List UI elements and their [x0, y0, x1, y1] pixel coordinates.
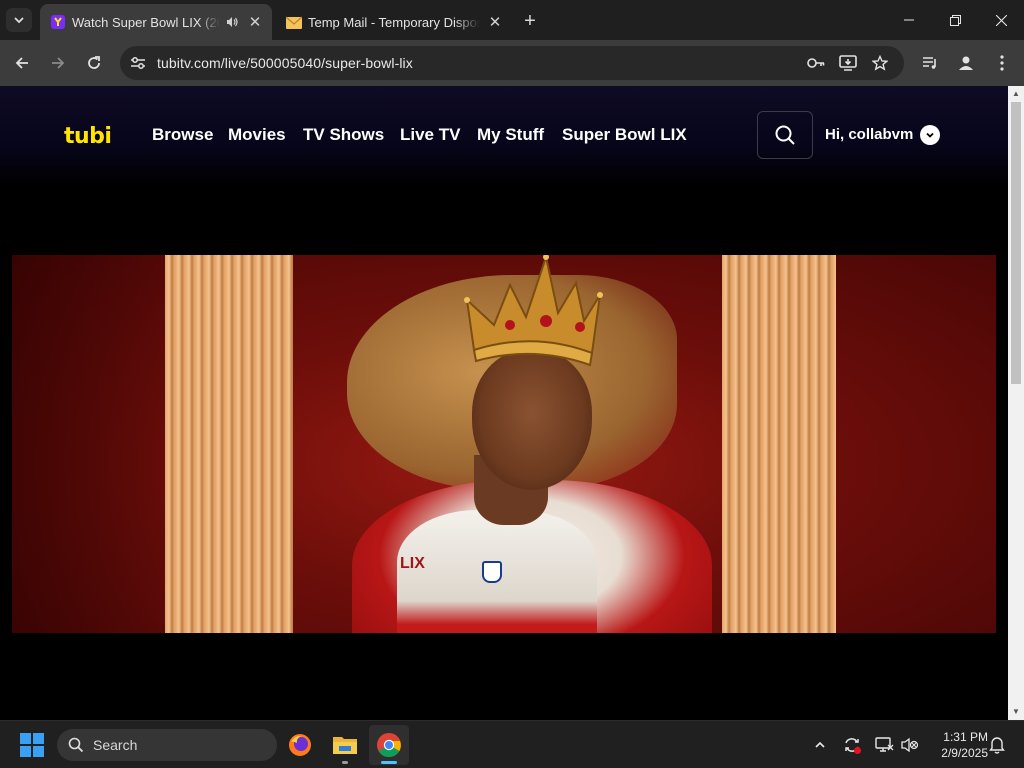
- tab-title: Watch Super Bowl LIX (2025: [72, 14, 220, 30]
- minimize-button[interactable]: [886, 0, 932, 40]
- volume-muted-icon[interactable]: [898, 733, 922, 757]
- password-key-icon[interactable]: [804, 51, 828, 75]
- app-active-indicator: [381, 761, 397, 764]
- tab-temp-mail[interactable]: Temp Mail - Temporary Disposable ✕: [276, 4, 512, 40]
- nav-tv-shows[interactable]: TV Shows: [303, 125, 384, 145]
- site-info-icon[interactable]: [126, 51, 150, 75]
- restore-icon: [949, 14, 961, 26]
- search-icon: [775, 125, 795, 145]
- new-tab-button[interactable]: +: [518, 10, 542, 32]
- clock-time: 1:31 PM: [943, 730, 988, 744]
- search-icon: [68, 737, 84, 753]
- chevron-down-icon: [14, 17, 24, 24]
- network-icon[interactable]: [872, 733, 896, 757]
- arrow-right-icon: [52, 57, 65, 69]
- back-button[interactable]: [6, 47, 38, 79]
- nfl-shield-icon: [482, 561, 502, 583]
- taskbar-search-label: Search: [93, 737, 138, 753]
- nav-super-bowl-lix[interactable]: Super Bowl LIX: [562, 125, 687, 145]
- close-window-button[interactable]: [978, 0, 1024, 40]
- minimize-icon: [904, 19, 914, 21]
- reload-button[interactable]: [78, 47, 110, 79]
- close-icon: [995, 14, 1007, 26]
- nav-my-stuff[interactable]: My Stuff: [477, 125, 544, 145]
- restore-button[interactable]: [932, 0, 978, 40]
- chevron-down-icon: [926, 132, 934, 138]
- tab-search-button[interactable]: [6, 8, 32, 32]
- scrollbar-thumb[interactable]: [1011, 102, 1021, 384]
- notifications-bell-icon[interactable]: [985, 733, 1009, 757]
- install-app-icon[interactable]: [836, 51, 860, 75]
- scroll-up-icon[interactable]: ▲: [1012, 90, 1020, 98]
- browser-toolbar: tubitv.com/live/500005040/super-bowl-lix: [0, 40, 1024, 86]
- reload-icon: [88, 56, 100, 69]
- firefox-icon: [289, 734, 311, 756]
- clock-date: 2/9/2025: [941, 746, 988, 760]
- close-tab-icon[interactable]: ✕: [486, 13, 504, 31]
- url-text: tubitv.com/live/500005040/super-bowl-lix: [157, 55, 413, 71]
- gold-crown-icon: [464, 255, 603, 367]
- show-hidden-icons-chevron-up-icon[interactable]: [808, 733, 832, 757]
- sync-alert-icon[interactable]: [840, 733, 864, 757]
- temp-mail-favicon-icon: [286, 14, 302, 30]
- scroll-down-icon[interactable]: ▼: [1012, 708, 1020, 716]
- nav-movies[interactable]: Movies: [228, 125, 286, 145]
- tubi-favicon-icon: [50, 14, 66, 30]
- bookmark-star-icon[interactable]: [868, 51, 892, 75]
- tab-super-bowl[interactable]: Watch Super Bowl LIX (2025 ✕: [40, 4, 272, 40]
- chrome-icon: [377, 733, 401, 758]
- account-menu-button[interactable]: [920, 125, 940, 145]
- web-page: tubi Browse Movies TV Shows Live TV My S…: [0, 86, 1008, 720]
- media-control-icon[interactable]: [916, 49, 944, 77]
- live-video-player[interactable]: LIX: [12, 255, 996, 633]
- menu-kebab-icon[interactable]: [988, 49, 1016, 77]
- taskbar-file-explorer[interactable]: [325, 725, 365, 765]
- speaker-icon[interactable]: [224, 14, 240, 30]
- left-pillar: [165, 255, 293, 633]
- nav-browse[interactable]: Browse: [152, 125, 213, 145]
- address-bar[interactable]: tubitv.com/live/500005040/super-bowl-lix: [120, 46, 904, 80]
- page-scrollbar[interactable]: ▲ ▼: [1008, 86, 1024, 720]
- windows-start-icon[interactable]: [20, 733, 44, 757]
- search-button[interactable]: [757, 111, 813, 159]
- tab-strip: Watch Super Bowl LIX (2025 ✕ Temp Mail -…: [0, 0, 1024, 40]
- arrow-left-icon: [15, 57, 28, 69]
- windows-taskbar: Search 1:31 PM 2/9/2025: [0, 720, 1024, 768]
- nav-live-tv[interactable]: Live TV: [400, 125, 460, 145]
- close-tab-icon[interactable]: ✕: [246, 13, 264, 31]
- taskbar-search[interactable]: Search: [57, 729, 277, 761]
- right-pillar: [722, 255, 836, 633]
- forward-button[interactable]: [42, 47, 74, 79]
- site-header: tubi Browse Movies TV Shows Live TV My S…: [0, 86, 1008, 186]
- app-running-indicator: [342, 761, 348, 764]
- taskbar-firefox[interactable]: [280, 725, 320, 765]
- super-bowl-patch: LIX: [400, 555, 425, 572]
- folder-icon: [333, 737, 357, 754]
- curtain-shadow: [12, 255, 167, 633]
- taskbar-chrome[interactable]: [369, 725, 409, 765]
- tab-title: Temp Mail - Temporary Disposable: [308, 14, 480, 30]
- profile-icon[interactable]: [952, 49, 980, 77]
- user-greeting[interactable]: Hi, collabvm: [825, 126, 913, 143]
- system-clock[interactable]: 1:31 PM 2/9/2025: [926, 729, 988, 761]
- tubi-logo[interactable]: tubi: [64, 124, 112, 149]
